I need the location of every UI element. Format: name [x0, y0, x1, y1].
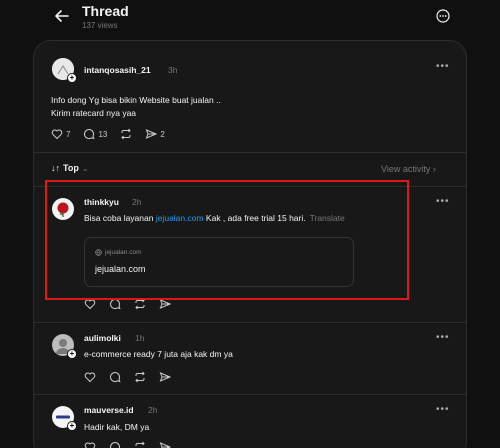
reply-text: Hadir kak, DM ya: [84, 422, 150, 432]
reply-button[interactable]: 13: [83, 128, 107, 140]
view-count: 137 views: [82, 21, 118, 30]
repost-icon: [135, 441, 145, 448]
post-text-line-2: Kirim ratecard nya yaa: [51, 108, 137, 118]
reply-actions: [84, 441, 184, 448]
top-bar: Thread 137 views: [0, 0, 500, 40]
more-icon[interactable]: •••: [436, 196, 450, 207]
post-time: 3h: [168, 65, 178, 75]
share-button[interactable]: 2: [145, 128, 165, 140]
view-activity-label: View activity: [381, 164, 431, 174]
reply-button[interactable]: [109, 441, 121, 448]
more-icon[interactable]: •••: [436, 61, 450, 72]
like-button[interactable]: [84, 441, 96, 448]
share-button[interactable]: [159, 371, 171, 383]
reply-username[interactable]: mauverse.id: [84, 405, 134, 415]
send-icon: [159, 442, 171, 448]
more-icon[interactable]: •••: [436, 404, 450, 415]
sort-icon: ↓↑: [51, 163, 60, 173]
divider: [34, 394, 466, 395]
highlight-box: [45, 180, 409, 300]
repost-button[interactable]: [120, 128, 132, 140]
chevron-down-icon: ⌄: [81, 163, 89, 173]
send-icon: [145, 129, 158, 139]
repost-icon: [121, 128, 132, 140]
avatar[interactable]: +: [52, 334, 77, 359]
follow-plus-icon[interactable]: +: [67, 421, 77, 431]
share-count: 2: [160, 129, 165, 139]
divider: [34, 152, 466, 153]
reply-actions: [84, 371, 184, 383]
like-count: 7: [66, 129, 71, 139]
reply-count: 13: [98, 129, 108, 139]
like-button[interactable]: [84, 371, 96, 383]
comment-icon: [110, 372, 121, 383]
post-username[interactable]: intanqosasih_21: [84, 65, 151, 75]
repost-button[interactable]: [134, 371, 146, 383]
comment-icon: [84, 129, 96, 140]
arrow-left-icon[interactable]: [54, 8, 70, 24]
divider: [34, 322, 466, 323]
avatar[interactable]: +: [52, 406, 77, 431]
more-circle-icon[interactable]: [436, 9, 450, 23]
comment-icon: [110, 442, 121, 448]
reply-button[interactable]: [109, 371, 121, 383]
send-icon: [159, 372, 171, 382]
share-button[interactable]: [159, 441, 171, 448]
post-actions: 7 13 2: [51, 128, 178, 140]
reply-text: e-commerce ready 7 juta aja kak dm ya: [84, 349, 233, 359]
follow-plus-icon[interactable]: +: [67, 73, 77, 83]
reply-username[interactable]: aulimolki: [84, 333, 121, 343]
repost-icon: [135, 371, 145, 383]
repost-button[interactable]: [134, 441, 146, 448]
more-icon[interactable]: •••: [436, 332, 450, 343]
reply-time: 1h: [135, 333, 145, 343]
sort-dropdown[interactable]: ↓↑ Top ⌄: [51, 163, 89, 173]
reply-time: 2h: [148, 405, 158, 415]
page-title: Thread: [82, 3, 129, 19]
avatar[interactable]: +: [52, 58, 77, 83]
heart-icon: [51, 129, 63, 140]
post-text-line-1: Info dong Yg bisa bikin Website buat jua…: [51, 95, 221, 105]
follow-plus-icon[interactable]: +: [67, 349, 77, 359]
view-activity-link[interactable]: View activity ›: [381, 164, 436, 174]
like-button[interactable]: 7: [51, 128, 70, 140]
heart-icon: [84, 372, 96, 383]
heart-icon: [84, 442, 96, 448]
sort-label: Top: [63, 163, 79, 173]
